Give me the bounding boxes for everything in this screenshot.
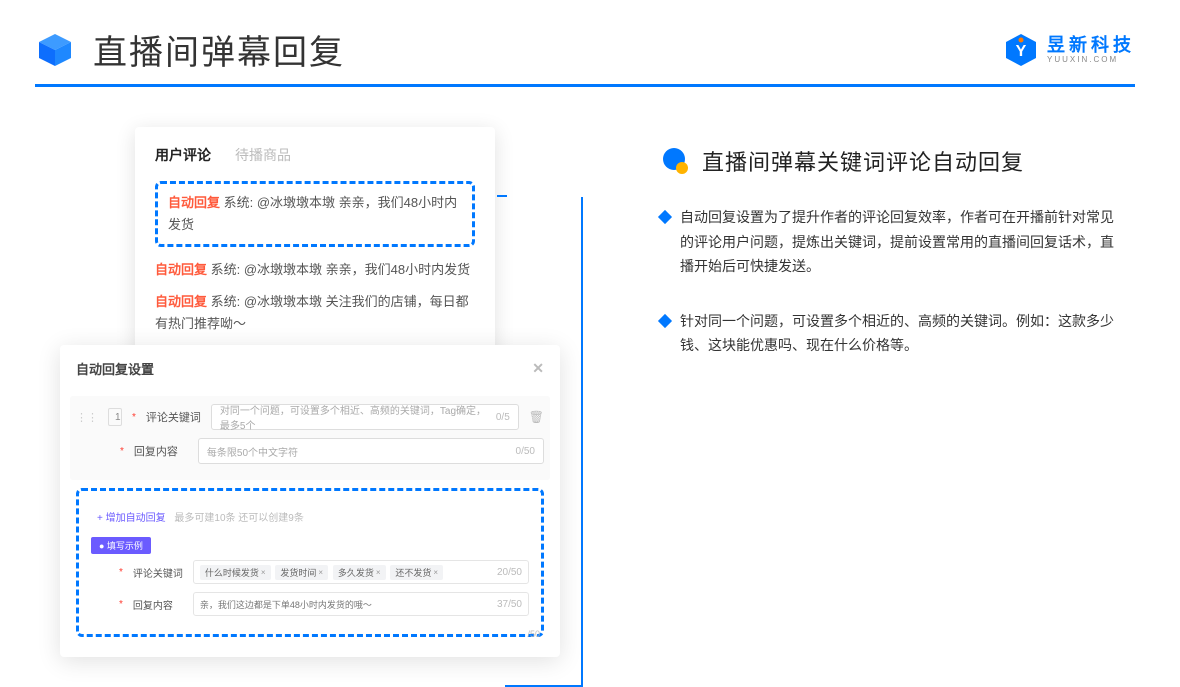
diamond-icon bbox=[658, 313, 672, 327]
page-title: 直播间弹幕回复 bbox=[93, 25, 345, 74]
brand-hex-icon: Y bbox=[1003, 32, 1039, 68]
section-title-row: 直播间弹幕关键词评论自动回复 bbox=[660, 145, 1135, 177]
ex-content-value: 亲，我们这边都是下单48小时内发货的哦～ bbox=[200, 598, 372, 611]
ex-content-input[interactable]: 亲，我们这边都是下单48小时内发货的哦～ 37/50 bbox=[193, 592, 529, 616]
cube-icon bbox=[35, 30, 75, 70]
tag-chip[interactable]: 多久发货× bbox=[333, 565, 386, 580]
comment-row: 自动回复 系统: @冰墩墩本墩 亲亲，我们48小时内发货 bbox=[155, 259, 475, 281]
settings-title: 自动回复设置 bbox=[76, 359, 154, 378]
keyword-placeholder: 对同一个问题，可设置多个相近、高频的关键词，Tag确定，最多5个 bbox=[220, 402, 496, 432]
example-content-row: * 回复内容 亲，我们这边都是下单48小时内发货的哦～ 37/50 bbox=[91, 592, 529, 616]
example-area: ● 填写示例 * 评论关键词 什么时候发货× 发货时间× 多久发货× 还不发货×… bbox=[89, 530, 531, 630]
bullet-text: 针对同一个问题，可设置多个相近的、高频的关键词。例如：这款多少钱、这块能优惠吗、… bbox=[680, 309, 1120, 358]
required-star: * bbox=[119, 567, 123, 578]
comment-row: 自动回复 系统: @冰墩墩本墩 关注我们的店铺，每日都有热门推荐呦～ bbox=[155, 291, 475, 335]
tag-remove-icon: × bbox=[261, 568, 266, 577]
comments-panel: 用户评论 待播商品 自动回复 系统: @冰墩墩本墩 亲亲，我们48小时内发货 自… bbox=[135, 127, 495, 375]
bullet-text: 自动回复设置为了提升作者的评论回复效率，作者可在开播前针对常见的评论用户问题，提… bbox=[680, 205, 1120, 279]
page-header: 直播间弹幕回复 Y 昱新科技 YUUXIN.COM bbox=[0, 0, 1180, 84]
required-star: * bbox=[120, 446, 124, 457]
example-highlight: + 增加自动回复 最多可建10条 还可以创建9条 ● 填写示例 * 评论关键词 … bbox=[76, 488, 544, 637]
auto-reply-tag: 自动回复 bbox=[155, 294, 207, 309]
tag-remove-icon: × bbox=[376, 568, 381, 577]
auto-reply-tag: 自动回复 bbox=[155, 262, 207, 277]
ex-content-label: 回复内容 bbox=[133, 597, 173, 612]
comment-text: 系统: @冰墩墩本墩 亲亲，我们48小时内发货 bbox=[211, 262, 471, 277]
example-badge: ● 填写示例 bbox=[91, 537, 151, 554]
screenshots-column: 用户评论 待播商品 自动回复 系统: @冰墩墩本墩 亲亲，我们48小时内发货 自… bbox=[60, 127, 570, 388]
auto-reply-tag: 自动回复 bbox=[168, 195, 220, 210]
setting-group: ⋮⋮ 1 * 评论关键词 对同一个问题，可设置多个相近、高频的关键词，Tag确定… bbox=[70, 396, 550, 480]
add-hint: 最多可建10条 还可以创建9条 bbox=[174, 513, 303, 524]
required-star: * bbox=[132, 412, 136, 423]
section-title: 直播间弹幕关键词评论自动回复 bbox=[702, 145, 1024, 177]
brand-url: YUUXIN.COM bbox=[1047, 56, 1135, 64]
highlighted-comment: 自动回复 系统: @冰墩墩本墩 亲亲，我们48小时内发货 bbox=[155, 181, 475, 247]
connector-line bbox=[505, 197, 583, 687]
drag-handle-icon[interactable]: ⋮⋮ bbox=[76, 411, 98, 424]
settings-panel: 自动回复设置 ✕ ⋮⋮ 1 * 评论关键词 对同一个问题，可设置多个相近、高频的… bbox=[60, 345, 560, 657]
tag-remove-icon: × bbox=[318, 568, 323, 577]
comment-row: 自动回复 系统: @冰墩墩本墩 亲亲，我们48小时内发货 bbox=[168, 192, 462, 236]
svg-text:Y: Y bbox=[1016, 43, 1027, 60]
brand-text: 昱新科技 YUUXIN.COM bbox=[1047, 36, 1135, 64]
brand-name: 昱新科技 bbox=[1047, 36, 1135, 54]
content-input[interactable]: 每条限50个中文字符 0/50 bbox=[198, 438, 544, 464]
tab-user-comments[interactable]: 用户评论 bbox=[155, 145, 211, 165]
example-keyword-row: * 评论关键词 什么时候发货× 发货时间× 多久发货× 还不发货× 20/50 bbox=[91, 560, 529, 584]
keyword-row: ⋮⋮ 1 * 评论关键词 对同一个问题，可设置多个相近、高频的关键词，Tag确定… bbox=[76, 404, 544, 430]
keyword-label: 评论关键词 bbox=[146, 409, 201, 425]
tag-chip[interactable]: 发货时间× bbox=[275, 565, 328, 580]
ex-keyword-input[interactable]: 什么时候发货× 发货时间× 多久发货× 还不发货× 20/50 bbox=[193, 560, 529, 584]
bullet-item: 针对同一个问题，可设置多个相近的、高频的关键词。例如：这款多少钱、这块能优惠吗、… bbox=[660, 309, 1120, 358]
row-number: 1 bbox=[108, 408, 122, 426]
tag-remove-icon: × bbox=[433, 568, 438, 577]
brand-logo: Y 昱新科技 YUUXIN.COM bbox=[1003, 32, 1135, 68]
tabs: 用户评论 待播商品 bbox=[155, 145, 475, 165]
tab-pending-products[interactable]: 待播商品 bbox=[235, 145, 291, 165]
ex-tags: 什么时候发货× 发货时间× 多久发货× 还不发货× bbox=[200, 565, 445, 580]
bubble-icon bbox=[660, 146, 690, 176]
add-auto-reply[interactable]: + 增加自动回复 最多可建10条 还可以创建9条 bbox=[97, 509, 531, 524]
ex-keyword-label: 评论关键词 bbox=[133, 565, 183, 580]
tag-chip[interactable]: 什么时候发货× bbox=[200, 565, 271, 580]
bullet-item: 自动回复设置为了提升作者的评论回复效率，作者可在开播前针对常见的评论用户问题，提… bbox=[660, 205, 1120, 279]
keyword-input[interactable]: 对同一个问题，可设置多个相近、高频的关键词，Tag确定，最多5个 0/5 bbox=[211, 404, 519, 430]
content-area: 用户评论 待播商品 自动回复 系统: @冰墩墩本墩 亲亲，我们48小时内发货 自… bbox=[0, 87, 1180, 388]
content-label: 回复内容 bbox=[134, 443, 178, 459]
tag-chip[interactable]: 还不发货× bbox=[390, 565, 443, 580]
content-row: * 回复内容 每条限50个中文字符 0/50 bbox=[76, 438, 544, 464]
add-label: + 增加自动回复 bbox=[97, 513, 166, 524]
settings-title-row: 自动回复设置 ✕ bbox=[76, 359, 544, 378]
diamond-icon bbox=[658, 210, 672, 224]
header-left: 直播间弹幕回复 bbox=[35, 25, 345, 74]
description-column: 直播间弹幕关键词评论自动回复 自动回复设置为了提升作者的评论回复效率，作者可在开… bbox=[580, 127, 1135, 388]
content-placeholder: 每条限50个中文字符 bbox=[207, 444, 298, 459]
required-star: * bbox=[119, 599, 123, 610]
